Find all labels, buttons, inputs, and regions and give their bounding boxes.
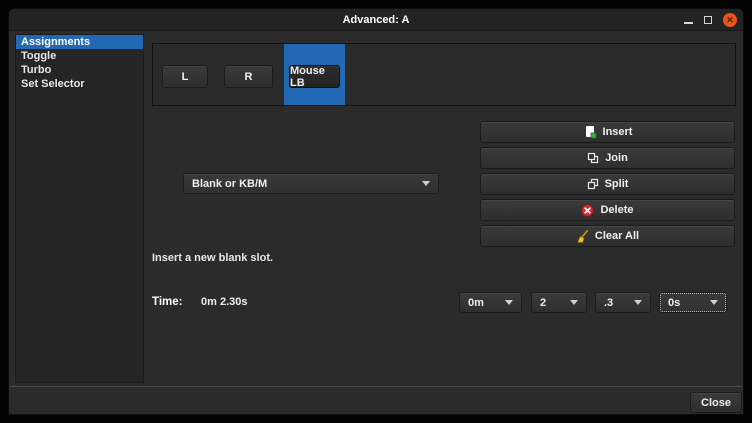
slot-hint-text: Insert a new blank slot.	[152, 252, 273, 264]
split-button[interactable]: Split	[480, 173, 735, 195]
chevron-down-icon	[710, 300, 718, 305]
time-hundredths-value: 0s	[668, 297, 680, 309]
slot-button-mouse-lb[interactable]: Mouse LB	[289, 65, 340, 88]
category-list: Assignments Toggle Turbo Set Selector	[15, 34, 144, 383]
insert-button[interactable]: Insert	[480, 121, 735, 143]
slot-button-r[interactable]: R	[224, 65, 273, 88]
split-button-label: Split	[605, 178, 629, 190]
close-button[interactable]: Close	[690, 392, 742, 413]
preset-dropdown-value: Blank or KB/M	[192, 178, 267, 190]
chevron-down-icon	[634, 300, 642, 305]
preset-dropdown[interactable]: Blank or KB/M	[183, 173, 439, 194]
join-button-label: Join	[605, 152, 628, 164]
clear-all-button-label: Clear All	[595, 230, 639, 242]
sidebar-item-turbo[interactable]: Turbo	[16, 63, 143, 77]
sidebar-item-assignments[interactable]: Assignments	[16, 35, 143, 49]
time-minutes-dropdown[interactable]: 0m	[459, 292, 522, 313]
footer-divider	[10, 386, 742, 387]
time-value: 0m 2.30s	[201, 296, 247, 308]
chevron-down-icon	[422, 181, 430, 186]
time-hundredths-dropdown[interactable]: 0s	[659, 292, 727, 313]
chevron-down-icon	[505, 300, 513, 305]
time-seconds-value: 2	[540, 297, 546, 309]
time-decisecond-dropdown[interactable]: .3	[595, 292, 651, 313]
titlebar[interactable]: Advanced: A ✕	[9, 9, 743, 31]
time-label: Time:	[152, 296, 182, 308]
maximize-button[interactable]	[699, 9, 719, 31]
delete-button-label: Delete	[600, 204, 633, 216]
split-icon	[587, 178, 599, 190]
insert-button-label: Insert	[603, 126, 633, 138]
sidebar-item-set-selector[interactable]: Set Selector	[16, 77, 143, 91]
delete-button[interactable]: Delete	[480, 199, 735, 221]
advanced-dialog-window: Advanced: A ✕ Assignments Toggle Turbo S…	[8, 8, 744, 415]
chevron-down-icon	[570, 300, 578, 305]
window-close-button[interactable]: ✕	[720, 9, 740, 31]
delete-icon	[581, 204, 594, 217]
desktop-background: Advanced: A ✕ Assignments Toggle Turbo S…	[0, 0, 752, 423]
minimize-icon	[684, 22, 693, 24]
join-button[interactable]: Join	[480, 147, 735, 169]
slot-strip-panel: L R Mouse LB	[152, 43, 736, 106]
slot-button-l[interactable]: L	[162, 65, 208, 88]
maximize-icon	[704, 16, 712, 24]
time-decisecond-value: .3	[604, 297, 613, 309]
insert-icon	[583, 125, 597, 139]
join-icon	[587, 152, 599, 164]
sidebar-item-toggle[interactable]: Toggle	[16, 49, 143, 63]
clear-all-button[interactable]: Clear All	[480, 225, 735, 247]
window-title: Advanced: A	[9, 9, 743, 31]
minimize-button[interactable]	[679, 9, 699, 31]
time-minutes-value: 0m	[468, 297, 484, 309]
close-icon: ✕	[723, 13, 737, 27]
time-seconds-dropdown[interactable]: 2	[531, 292, 587, 313]
broom-icon	[576, 230, 589, 243]
